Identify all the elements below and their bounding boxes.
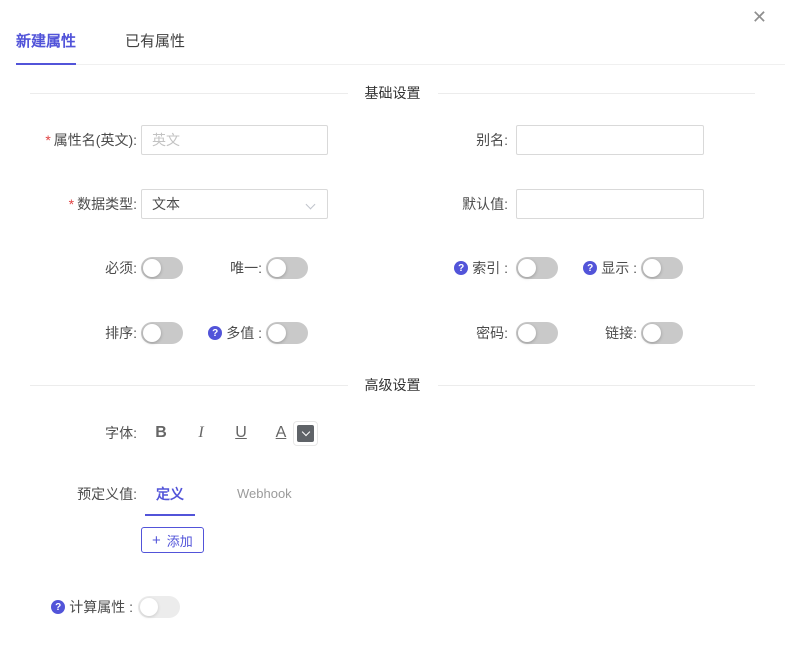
computed-attribute-label: ? 计算属性 : — [0, 597, 133, 617]
tab-webhook[interactable]: Webhook — [226, 482, 303, 516]
show-help-icon[interactable]: ? — [583, 261, 597, 275]
alias-label: 别名: — [392, 130, 508, 150]
dialog-tabbar: 新建属性 已有属性 — [16, 28, 785, 65]
required-asterisk: * — [45, 132, 50, 148]
font-toolbar: B I U A — [154, 421, 318, 446]
required-toggle[interactable] — [141, 257, 183, 279]
add-button[interactable]: + 添加 — [141, 527, 204, 553]
alias-input[interactable] — [516, 125, 704, 155]
computed-attribute-toggle[interactable] — [138, 596, 180, 618]
attr-name-input[interactable] — [141, 125, 328, 155]
index-toggle-label: ? 索引 : — [392, 258, 508, 278]
show-toggle-label: ? 显示 : — [558, 258, 637, 278]
form-row-4: 排序: ? 多值 : 密码: 链接: — [0, 322, 785, 344]
data-type-value: 文本 — [152, 194, 180, 214]
predefined-tabs: 定义 Webhook — [145, 482, 303, 516]
required-toggle-label: 必须: — [0, 258, 137, 278]
form-row-3: 必须: 唯一: ? 索引 : ? 显示 : — [0, 257, 785, 279]
section-basic-settings: 基础设置 — [30, 83, 755, 103]
link-toggle-label: 链接: — [558, 323, 637, 343]
new-attribute-dialog: ✕ 新建属性 已有属性 基础设置 * 属性名(英文): 别名: * — [0, 0, 785, 652]
unique-toggle[interactable] — [266, 257, 308, 279]
divider-line — [30, 385, 348, 386]
tab-new-attribute[interactable]: 新建属性 — [16, 28, 76, 65]
required-asterisk: * — [69, 196, 74, 212]
index-toggle[interactable] — [516, 257, 558, 279]
link-toggle[interactable] — [641, 322, 683, 344]
font-color-letter[interactable]: A — [274, 424, 288, 442]
divider-line — [438, 93, 756, 94]
index-help-icon[interactable]: ? — [454, 261, 468, 275]
tab-define[interactable]: 定义 — [145, 482, 195, 516]
unique-toggle-label: 唯一: — [183, 258, 262, 278]
computed-attribute-row: ? 计算属性 : — [0, 596, 180, 618]
color-swatch — [297, 425, 314, 442]
section-title-basic: 基础设置 — [365, 83, 421, 103]
tab-existing-attribute[interactable]: 已有属性 — [125, 28, 185, 64]
predefined-value-label: 预定义值: — [0, 484, 137, 504]
multi-toggle[interactable] — [266, 322, 308, 344]
font-label: 字体: — [0, 423, 137, 443]
font-color-picker-button[interactable] — [293, 421, 318, 446]
divider-line — [438, 385, 756, 386]
show-toggle[interactable] — [641, 257, 683, 279]
font-row: 字体: B I U A — [0, 419, 318, 447]
underline-button[interactable]: U — [234, 424, 248, 442]
computed-help-icon[interactable]: ? — [51, 600, 65, 614]
italic-button[interactable]: I — [194, 424, 208, 442]
multi-toggle-label: ? 多值 : — [183, 323, 262, 343]
sort-toggle-label: 排序: — [0, 323, 137, 343]
data-type-select[interactable]: 文本 — [141, 189, 328, 219]
password-toggle-label: 密码: — [392, 323, 508, 343]
form-row-2: * 数据类型: 文本 默认值: — [0, 189, 785, 219]
chevron-down-icon — [301, 427, 309, 435]
predefined-value-row: 预定义值: 定义 Webhook — [0, 482, 303, 516]
section-title-advanced: 高级设置 — [365, 375, 421, 395]
default-value-label: 默认值: — [392, 194, 508, 214]
chevron-down-icon — [306, 200, 316, 210]
bold-button[interactable]: B — [154, 424, 168, 442]
divider-line — [30, 93, 348, 94]
password-toggle[interactable] — [516, 322, 558, 344]
close-icon[interactable]: ✕ — [752, 8, 767, 26]
form-row-1: * 属性名(英文): 别名: — [0, 125, 785, 155]
data-type-label: * 数据类型: — [0, 194, 137, 214]
sort-toggle[interactable] — [141, 322, 183, 344]
section-advanced-settings: 高级设置 — [30, 375, 755, 395]
plus-icon: + — [152, 533, 161, 548]
multi-help-icon[interactable]: ? — [208, 326, 222, 340]
attr-name-label: * 属性名(英文): — [0, 130, 137, 150]
default-value-input[interactable] — [516, 189, 704, 219]
